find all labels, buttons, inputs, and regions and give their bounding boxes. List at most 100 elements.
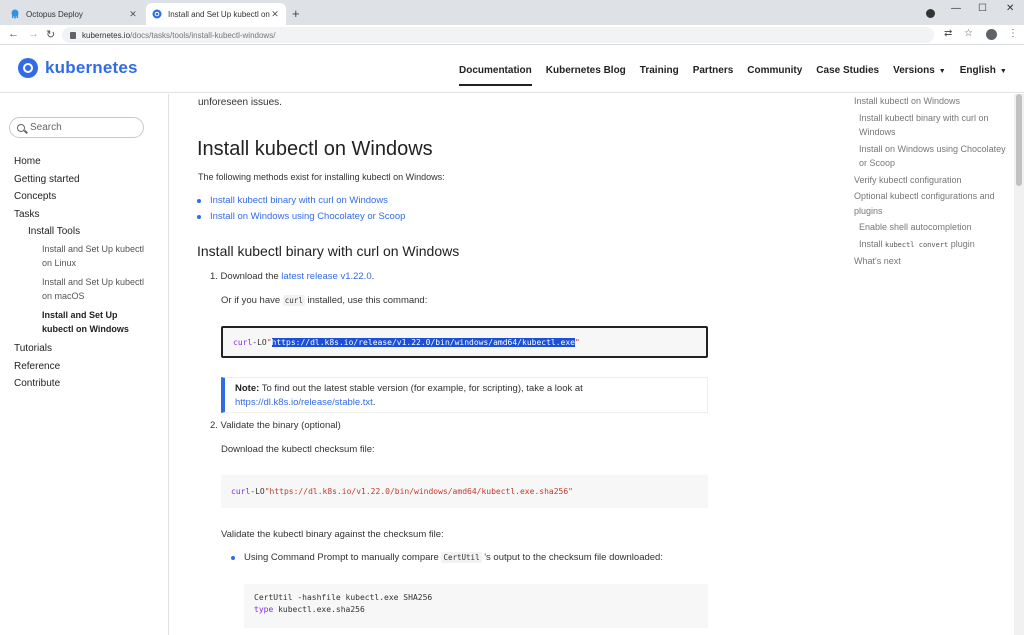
sidebar-item-contribute[interactable]: Contribute: [14, 375, 164, 393]
lock-icon: [70, 31, 76, 39]
text: Install: [859, 238, 886, 249]
table-of-contents: Install kubectl on Windows Install kubec…: [854, 94, 1012, 271]
text: 's output to the checksum file downloade…: [481, 552, 663, 563]
site-header: kubernetes Documentation Kubernetes Blog…: [0, 46, 1024, 93]
bookmark-star-icon[interactable]: ☆: [964, 28, 973, 39]
toc-item-convert-plugin[interactable]: Install kubectl convert plugin: [854, 237, 1012, 253]
translate-icon[interactable]: ⇄: [944, 28, 952, 39]
toc-item[interactable]: Install kubectl on Windows: [854, 94, 1012, 109]
toc-item[interactable]: Install on Windows using Chocolatey or S…: [854, 142, 1012, 171]
top-navigation: Documentation Kubernetes Blog Training P…: [459, 65, 1021, 86]
page-scrollbar[interactable]: [1014, 94, 1024, 635]
search-icon: [17, 123, 25, 132]
sidebar-item-tasks[interactable]: Tasks: [14, 206, 164, 224]
versions-label: Versions: [893, 65, 935, 76]
nav-partners[interactable]: Partners: [693, 65, 734, 76]
sidebar-nav: Home Getting started Concepts Tasks Inst…: [14, 153, 164, 393]
docs-sidebar: Search Home Getting started Concepts Tas…: [0, 94, 169, 635]
browser-menu-icon[interactable]: ⋮: [1008, 28, 1018, 39]
cmd-prompt-bullet: Using Command Prompt to manually compare…: [231, 552, 663, 563]
selected-url[interactable]: https://dl.k8s.io/release/v1.22.0/bin/wi…: [271, 337, 575, 347]
inline-code: curl: [282, 295, 305, 306]
previous-paragraph-tail: unforeseen issues.: [198, 97, 282, 108]
item-line: kubectl on Windows: [42, 323, 129, 334]
url-path: /docs/tasks/tools/install-kubectl-window…: [130, 30, 276, 40]
method-link-curl[interactable]: Install kubectl binary with curl on Wind…: [197, 195, 388, 206]
nav-community[interactable]: Community: [747, 65, 802, 76]
page-title: Install kubectl on Windows: [197, 138, 433, 160]
sidebar-item-kubectl-macos[interactable]: Install and Set Up kubectl on macOS: [14, 274, 164, 307]
main-content: unforeseen issues. Install kubectl on Wi…: [170, 94, 840, 635]
sidebar-item-kubectl-linux[interactable]: Install and Set Up kubectl on Linux: [14, 241, 164, 274]
text: plugin: [948, 238, 975, 249]
item-line: Install and Set Up kubectl: [42, 276, 145, 287]
sidebar-item-reference[interactable]: Reference: [14, 358, 164, 376]
code-block-download[interactable]: curl -LO " https://dl.k8s.io/release/v1.2…: [221, 326, 708, 358]
profile-avatar-icon[interactable]: [986, 29, 997, 40]
language-label: English: [959, 65, 996, 76]
validate-text: Validate the kubectl binary against the …: [221, 529, 444, 540]
method-link-chocolatey[interactable]: Install on Windows using Chocolatey or S…: [196, 211, 405, 222]
note-text: To find out the latest stable version (f…: [259, 383, 583, 394]
item-line: Install and Set Up: [42, 309, 118, 320]
url-input[interactable]: kubernetes.io/docs/tasks/tools/install-k…: [62, 27, 934, 43]
browser-tab-kubectl[interactable]: Install and Set Up kubectl on Wi ✕: [146, 3, 286, 25]
text: Or if you have: [221, 295, 283, 306]
code-block-certutil[interactable]: CertUtil -hashfile kubectl.exe SHA256 ty…: [244, 584, 708, 628]
code-quote: ": [574, 337, 580, 347]
record-indicator-icon: [926, 9, 935, 18]
sidebar-item-tutorials[interactable]: Tutorials: [14, 340, 164, 358]
checksum-intro: Download the kubectl checksum file:: [221, 444, 375, 455]
toc-item[interactable]: Enable shell autocompletion: [854, 220, 1012, 235]
sidebar-item-kubectl-windows[interactable]: Install and Set Up kubectl on Windows: [14, 307, 164, 340]
nav-training[interactable]: Training: [640, 65, 679, 76]
code-block-checksum[interactable]: curl -LO "https://dl.k8s.io/v1.22.0/bin/…: [221, 475, 708, 508]
nav-documentation[interactable]: Documentation: [459, 65, 532, 86]
search-input[interactable]: Search: [9, 117, 144, 138]
maximize-button[interactable]: ☐: [978, 3, 987, 14]
toc-item[interactable]: Optional kubectl configurations and plug…: [854, 189, 1012, 218]
nav-case-studies[interactable]: Case Studies: [816, 65, 879, 76]
code-keyword: curl: [233, 337, 253, 347]
url-host: kubernetes.io: [82, 30, 131, 40]
tab-title: Install and Set Up kubectl on Wi: [168, 9, 270, 19]
nav-versions-dropdown[interactable]: Versions ▼: [893, 65, 946, 76]
address-bar: ← → ↻ kubernetes.io/docs/tasks/tools/ins…: [0, 25, 1024, 45]
sidebar-item-concepts[interactable]: Concepts: [14, 188, 164, 206]
reload-icon[interactable]: ↻: [46, 28, 55, 41]
code-flag: -LO: [250, 487, 265, 496]
octopus-favicon-icon: [10, 9, 20, 19]
close-tab-icon[interactable]: ✕: [270, 9, 280, 20]
minimize-button[interactable]: —: [951, 3, 961, 14]
code-keyword: curl: [231, 487, 251, 496]
code-line: CertUtil -hashfile kubectl.exe SHA256: [254, 593, 433, 602]
toc-item[interactable]: Install kubectl binary with curl on Wind…: [854, 111, 1012, 140]
browser-tab-octopus[interactable]: Octopus Deploy ✕: [4, 3, 144, 25]
code-text: kubectl.exe.sha256: [273, 605, 365, 614]
kubernetes-logo[interactable]: kubernetes: [18, 58, 138, 78]
scrollbar-thumb[interactable]: [1016, 94, 1022, 186]
back-arrow-icon[interactable]: ←: [8, 28, 19, 40]
latest-release-link[interactable]: latest release v1.22.0: [281, 271, 371, 282]
new-tab-button[interactable]: +: [292, 6, 300, 21]
text: .: [372, 397, 376, 408]
step-text: 1. Download the: [210, 271, 282, 282]
close-tab-icon[interactable]: ✕: [128, 9, 138, 20]
toc-item[interactable]: What's next: [854, 254, 1012, 269]
tab-title: Octopus Deploy: [26, 9, 83, 19]
code-flag: -LO: [252, 337, 267, 347]
note-label: Note:: [235, 383, 260, 394]
stable-txt-link[interactable]: https://dl.k8s.io/release/stable.txt: [235, 397, 373, 408]
nav-language-dropdown[interactable]: English ▼: [960, 65, 1007, 76]
intro-text: The following methods exist for installi…: [198, 172, 445, 182]
forward-arrow-icon[interactable]: →: [28, 28, 39, 40]
close-window-button[interactable]: ✕: [1006, 3, 1014, 14]
nav-blog[interactable]: Kubernetes Blog: [546, 65, 626, 76]
step-2: 2. Validate the binary (optional): [210, 420, 341, 431]
toc-item[interactable]: Verify kubectl configuration: [854, 173, 1012, 188]
sidebar-item-install-tools[interactable]: Install Tools: [14, 223, 164, 241]
sidebar-item-getting-started[interactable]: Getting started: [14, 171, 164, 189]
sidebar-item-home[interactable]: Home: [14, 153, 164, 171]
chevron-down-icon: ▼: [999, 68, 1007, 75]
section-heading: Install kubectl binary with curl on Wind…: [197, 243, 460, 259]
